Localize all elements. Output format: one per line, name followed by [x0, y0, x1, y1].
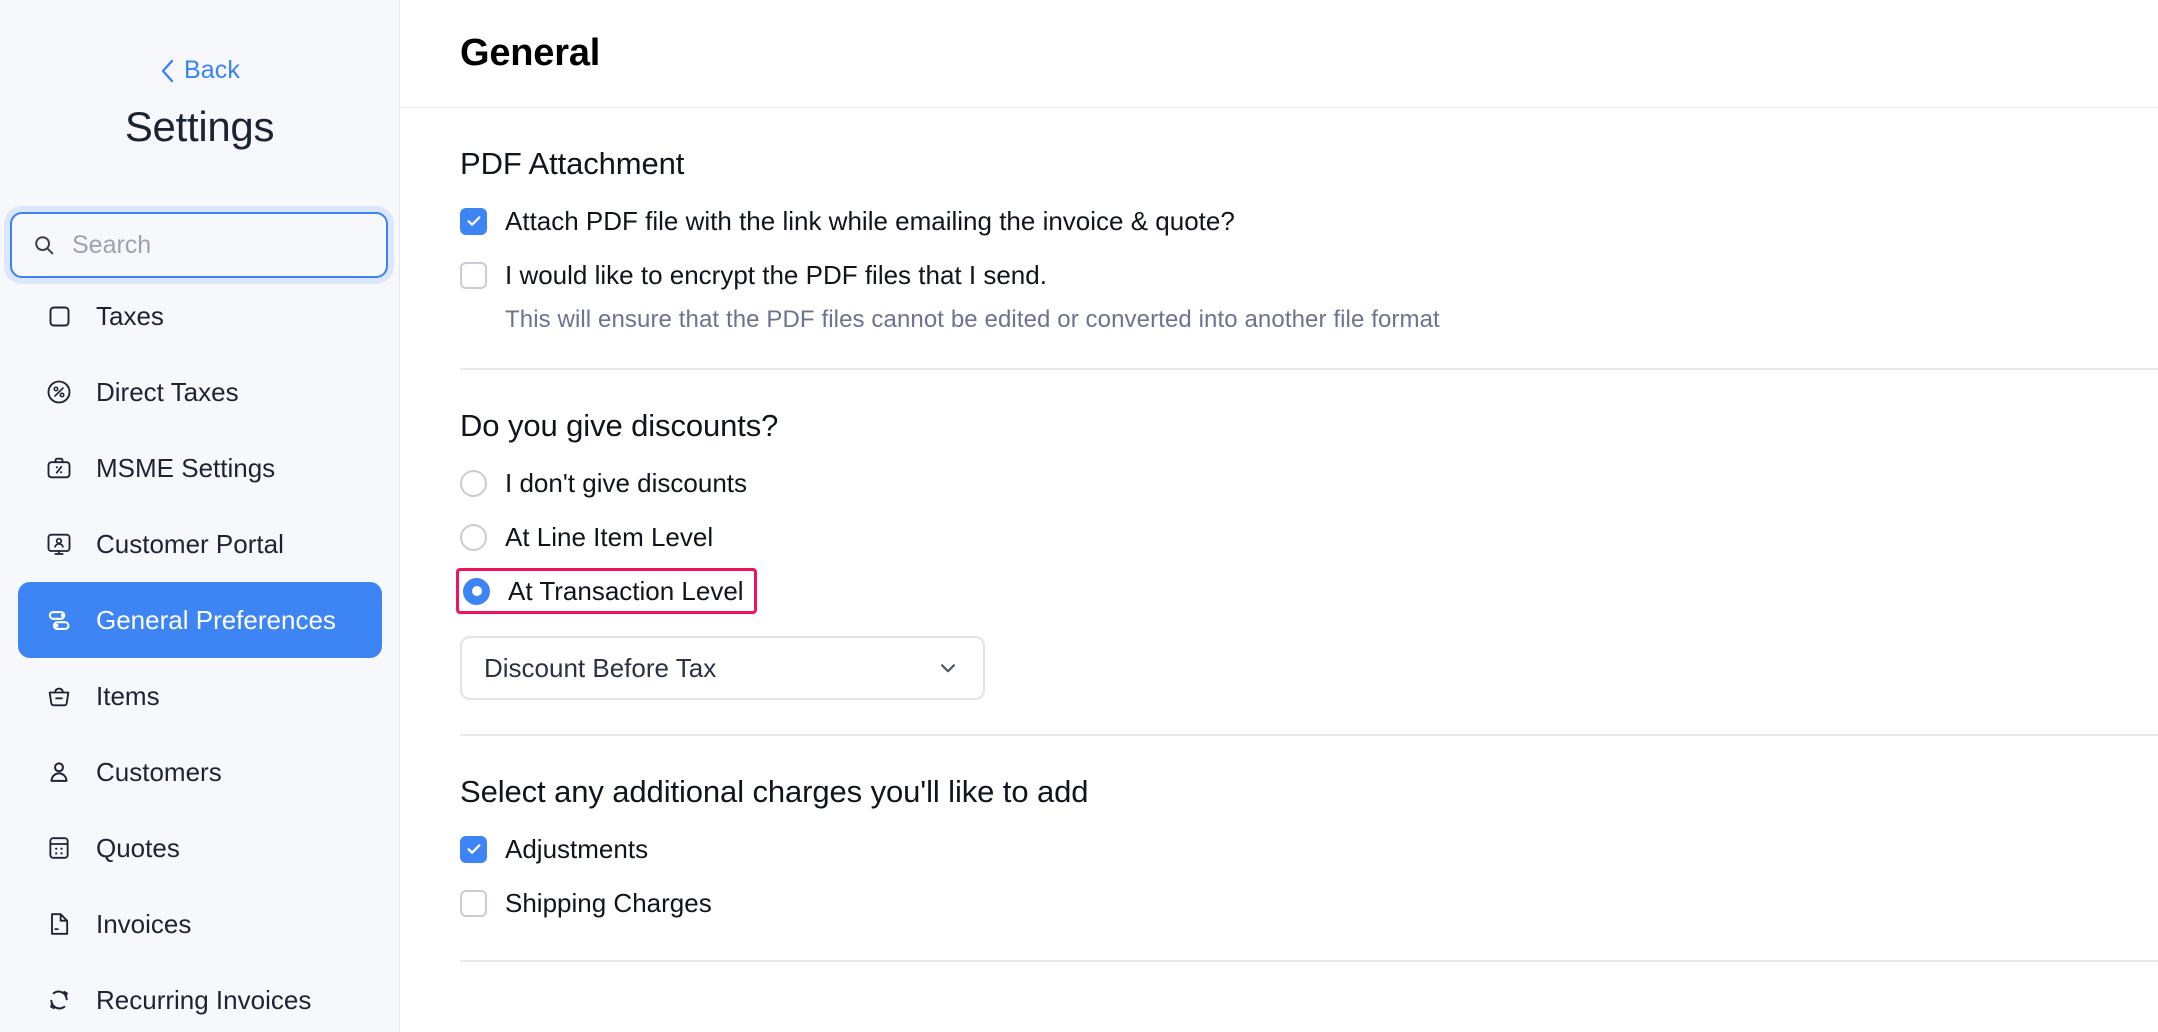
user-icon [44, 757, 74, 787]
shipping-charges-checkbox[interactable] [460, 890, 487, 917]
back-label: Back [184, 56, 240, 85]
section-divider [460, 734, 2158, 736]
attach-pdf-checkbox[interactable] [460, 208, 487, 235]
adjustments-label: Adjustments [505, 834, 648, 865]
section-divider [460, 960, 2158, 962]
section-divider [460, 368, 2158, 370]
encrypt-pdf-row[interactable]: I would like to encrypt the PDF files th… [460, 252, 1047, 298]
sidebar-item-label: Direct Taxes [96, 377, 239, 408]
sidebar-item-label: Customers [96, 757, 222, 788]
recurring-icon [44, 985, 74, 1015]
briefcase-percent-icon [44, 453, 74, 483]
attach-pdf-label: Attach PDF file with the link while emai… [505, 206, 1235, 237]
encrypt-pdf-label: I would like to encrypt the PDF files th… [505, 260, 1047, 291]
discount-option-line-item-row[interactable]: At Line Item Level [460, 514, 713, 560]
invoice-file-icon [44, 909, 74, 939]
search-icon [32, 233, 56, 257]
search-box[interactable] [10, 212, 388, 278]
page-title: General [460, 32, 600, 75]
sidebar-item-direct-taxes[interactable]: Direct Taxes [18, 354, 382, 430]
sidebar-item-msme-settings[interactable]: MSME Settings [18, 430, 382, 506]
customer-portal-icon [44, 529, 74, 559]
sidebar-item-label: Taxes [96, 301, 164, 332]
sidebar-item-label: Recurring Invoices [96, 985, 311, 1016]
percent-circle-icon [44, 377, 74, 407]
basket-icon [44, 681, 74, 711]
additional-charges-title: Select any additional charges you'll lik… [460, 774, 2158, 810]
discount-type-value: Discount Before Tax [484, 653, 716, 684]
sidebar-item-customers[interactable]: Customers [18, 734, 382, 810]
discount-option-none-radio[interactable] [460, 470, 487, 497]
sidebar-item-items[interactable]: Items [18, 658, 382, 734]
discount-option-line-item-radio[interactable] [460, 524, 487, 551]
discount-option-none-label: I don't give discounts [505, 468, 747, 499]
sidebar-item-invoices[interactable]: Invoices [18, 886, 382, 962]
search-input[interactable] [72, 231, 366, 260]
discount-title: Do you give discounts? [460, 408, 2158, 444]
discount-option-transaction-label: At Transaction Level [508, 576, 744, 607]
sidebar-item-label: Items [96, 681, 160, 712]
encrypt-pdf-checkbox[interactable] [460, 262, 487, 289]
sidebar-item-recurring-invoices[interactable]: Recurring Invoices [18, 962, 382, 1032]
shipping-charges-row[interactable]: Shipping Charges [460, 880, 712, 926]
sidebar-item-label: General Preferences [96, 605, 336, 636]
sidebar: Back Settings Taxes [0, 0, 400, 1032]
check-icon [465, 840, 483, 858]
sidebar-item-label: Invoices [96, 909, 191, 940]
adjustments-row[interactable]: Adjustments [460, 826, 648, 872]
back-button[interactable]: Back [0, 56, 399, 85]
sidebar-item-taxes[interactable]: Taxes [18, 278, 382, 354]
sidebar-item-quotes[interactable]: Quotes [18, 810, 382, 886]
chevron-down-icon [935, 655, 961, 681]
sidebar-item-label: Customer Portal [96, 529, 284, 560]
sidebar-title: Settings [0, 103, 399, 151]
main-content: General PDF Attachment Attach PDF file w… [400, 0, 2158, 1032]
check-icon [465, 212, 483, 230]
sidebar-item-general-preferences[interactable]: General Preferences [18, 582, 382, 658]
discount-option-transaction-row[interactable]: At Transaction Level [456, 568, 757, 614]
pdf-attachment-title: PDF Attachment [460, 146, 2158, 182]
discount-option-line-item-label: At Line Item Level [505, 522, 713, 553]
sliders-icon [44, 605, 74, 635]
quote-doc-icon [44, 833, 74, 863]
attach-pdf-row[interactable]: Attach PDF file with the link while emai… [460, 198, 1235, 244]
main-body: PDF Attachment Attach PDF file with the … [400, 146, 2158, 962]
adjustments-checkbox[interactable] [460, 836, 487, 863]
discount-option-none-row[interactable]: I don't give discounts [460, 460, 747, 506]
shipping-charges-label: Shipping Charges [505, 888, 712, 919]
sidebar-nav: Taxes Direct Taxes [0, 278, 400, 1032]
taxes-icon [44, 301, 74, 331]
sidebar-item-label: Quotes [96, 833, 180, 864]
encrypt-pdf-hint: This will ensure that the PDF files cann… [505, 306, 2158, 334]
discount-type-select[interactable]: Discount Before Tax [460, 636, 985, 700]
sidebar-item-label: MSME Settings [96, 453, 275, 484]
chevron-left-icon [159, 58, 175, 84]
sidebar-item-customer-portal[interactable]: Customer Portal [18, 506, 382, 582]
main-header: General [400, 0, 2158, 108]
settings-page: Back Settings Taxes [0, 0, 2158, 1032]
discount-option-transaction-radio[interactable] [463, 578, 490, 605]
